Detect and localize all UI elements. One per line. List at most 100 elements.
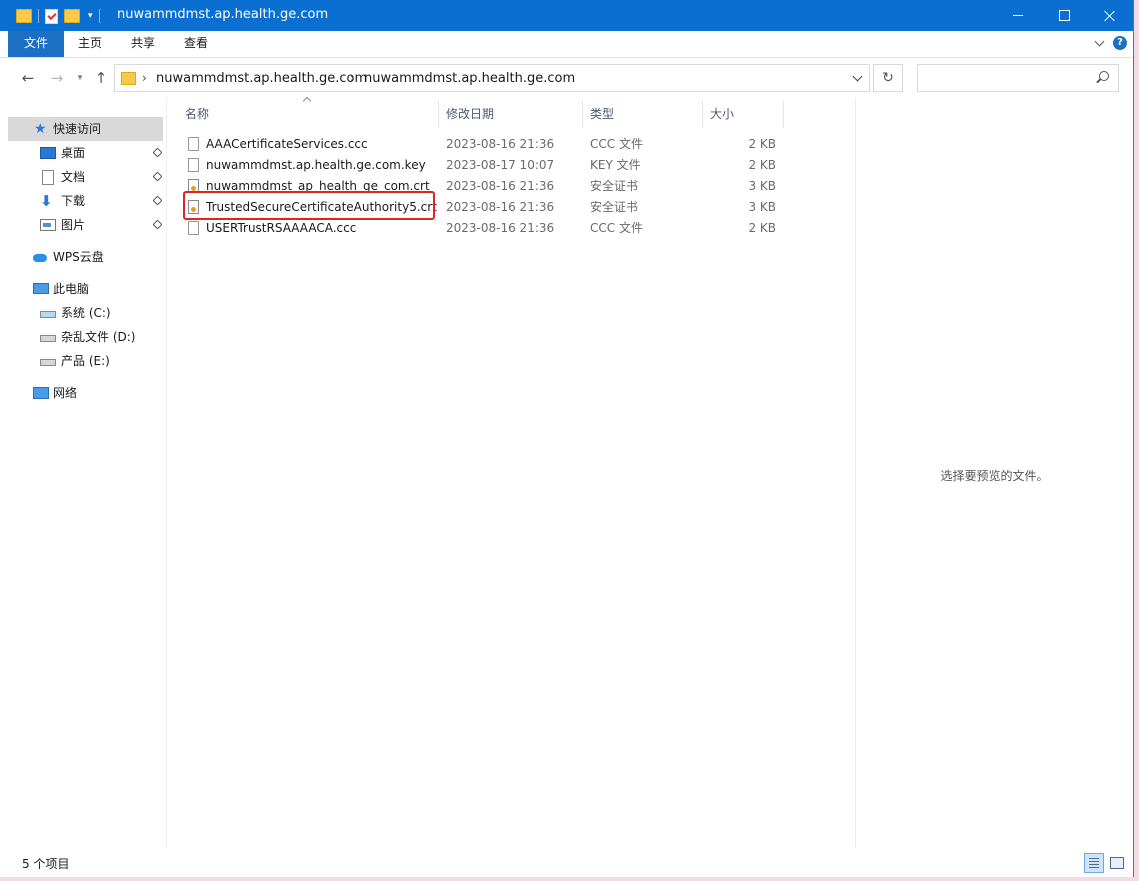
file-type: 安全证书 bbox=[590, 200, 639, 214]
documents-icon bbox=[42, 170, 54, 185]
download-icon: ⬇ bbox=[40, 192, 53, 210]
sidebar-item-wps-cloud[interactable]: WPS云盘 bbox=[8, 245, 163, 269]
back-button[interactable]: ← bbox=[18, 68, 38, 88]
network-icon bbox=[33, 387, 49, 399]
pin-icon[interactable] bbox=[152, 147, 163, 158]
sidebar-item-quick-access[interactable]: ★ 快速访问 bbox=[8, 117, 163, 141]
close-icon bbox=[1104, 10, 1116, 22]
properties-icon[interactable] bbox=[45, 8, 58, 24]
ribbon: 文件 主页 共享 查看 ? bbox=[0, 31, 1133, 58]
file-name: nuwammdmst.ap.health.ge.com.key bbox=[206, 158, 426, 172]
sidebar-item-desktop[interactable]: 桌面 bbox=[8, 141, 163, 165]
desktop-icon bbox=[40, 147, 56, 159]
large-icons-view-button[interactable] bbox=[1107, 853, 1127, 873]
file-date: 2023-08-16 21:36 bbox=[446, 137, 555, 151]
window-controls bbox=[995, 0, 1133, 31]
pin-icon[interactable] bbox=[152, 219, 163, 230]
sidebar-item-this-pc[interactable]: 此电脑 bbox=[8, 277, 163, 301]
details-view-button[interactable] bbox=[1084, 853, 1104, 873]
sidebar-item-drive-e[interactable]: 产品 (E:) bbox=[8, 349, 163, 373]
sidebar-item-downloads[interactable]: ⬇ 下载 bbox=[8, 189, 163, 213]
file-name: AAACertificateServices.ccc bbox=[206, 137, 368, 151]
navigation-bar: ← → ▾ ↑ › nuwammdmst.ap.health.ge.com › … bbox=[0, 58, 1133, 98]
minimize-button[interactable] bbox=[995, 0, 1041, 31]
navigation-pane: ★ 快速访问 桌面 文档 ⬇ 下载 图片 WPS云盘 此电脑 系统 (C:) 杂… bbox=[0, 98, 167, 848]
file-icon bbox=[188, 137, 199, 151]
search-icon bbox=[1099, 71, 1109, 81]
file-date: 2023-08-16 21:36 bbox=[446, 200, 555, 214]
sidebar-item-pictures[interactable]: 图片 bbox=[8, 213, 163, 237]
new-folder-icon[interactable] bbox=[64, 9, 80, 23]
file-row[interactable]: nuwammdmst.ap.health.ge.com.key 2023-08-… bbox=[180, 155, 780, 176]
customize-toolbar-icon[interactable]: ▾ bbox=[88, 11, 93, 21]
address-bar[interactable]: › nuwammdmst.ap.health.ge.com › nuwammdm… bbox=[114, 64, 870, 92]
breadcrumb-item[interactable]: nuwammdmst.ap.health.ge.com bbox=[364, 71, 575, 86]
search-input[interactable] bbox=[917, 64, 1119, 92]
chevron-right-icon[interactable]: › bbox=[350, 71, 355, 85]
drive-icon bbox=[40, 335, 56, 342]
column-header-type[interactable]: 类型 bbox=[590, 101, 614, 128]
column-divider[interactable] bbox=[438, 101, 439, 128]
column-header-size[interactable]: 大小 bbox=[710, 101, 734, 128]
tab-view[interactable]: 查看 bbox=[184, 31, 208, 57]
drive-icon bbox=[40, 359, 56, 366]
sidebar-item-network[interactable]: 网络 bbox=[8, 381, 163, 405]
help-icon[interactable]: ? bbox=[1113, 36, 1127, 50]
file-icon bbox=[188, 158, 199, 172]
recent-locations-button[interactable]: ▾ bbox=[70, 68, 90, 88]
minimize-icon bbox=[1013, 15, 1023, 16]
file-size: 2 KB bbox=[748, 137, 776, 151]
title-bar: ▾ nuwammdmst.ap.health.ge.com bbox=[0, 0, 1133, 31]
column-header-name[interactable]: 名称 bbox=[185, 101, 209, 128]
sidebar-item-label: 图片 bbox=[61, 218, 86, 232]
item-count: 5 个项目 bbox=[22, 857, 70, 871]
up-button[interactable]: ↑ bbox=[91, 68, 111, 88]
toolbar-divider bbox=[98, 9, 100, 23]
computer-icon bbox=[33, 283, 49, 294]
column-header-date[interactable]: 修改日期 bbox=[446, 101, 494, 128]
sidebar-item-label: 文档 bbox=[61, 170, 86, 184]
chevron-down-icon[interactable] bbox=[852, 71, 863, 82]
sidebar-item-label: 此电脑 bbox=[53, 282, 90, 296]
close-button[interactable] bbox=[1087, 0, 1133, 31]
sidebar-item-documents[interactable]: 文档 bbox=[8, 165, 163, 189]
column-divider[interactable] bbox=[582, 101, 583, 128]
tab-share[interactable]: 共享 bbox=[131, 31, 155, 57]
sidebar-item-label: 产品 (E:) bbox=[61, 354, 110, 368]
file-row[interactable]: USERTrustRSAAAACA.ccc 2023-08-16 21:36 C… bbox=[180, 218, 780, 239]
forward-button[interactable]: → bbox=[47, 68, 67, 88]
drive-icon bbox=[40, 311, 56, 318]
folder-icon bbox=[121, 72, 136, 85]
file-type: CCC 文件 bbox=[590, 137, 643, 151]
file-size: 3 KB bbox=[748, 200, 776, 214]
star-icon: ★ bbox=[34, 121, 47, 137]
sidebar-item-label: 杂乱文件 (D:) bbox=[61, 330, 136, 344]
maximize-button[interactable] bbox=[1041, 0, 1087, 31]
pin-icon[interactable] bbox=[152, 171, 163, 182]
sort-ascending-icon bbox=[302, 96, 312, 106]
column-divider[interactable] bbox=[783, 101, 784, 128]
highlight-box bbox=[183, 191, 435, 220]
file-date: 2023-08-16 21:36 bbox=[446, 179, 555, 193]
quick-access-toolbar: ▾ bbox=[16, 7, 100, 25]
refresh-button[interactable]: ↻ bbox=[873, 64, 903, 92]
tab-file[interactable]: 文件 bbox=[8, 31, 64, 57]
sidebar-item-label: 桌面 bbox=[61, 146, 86, 160]
file-type: 安全证书 bbox=[590, 179, 639, 193]
breadcrumb-item[interactable]: nuwammdmst.ap.health.ge.com bbox=[156, 71, 367, 86]
pictures-icon bbox=[40, 219, 56, 231]
file-row[interactable]: AAACertificateServices.ccc 2023-08-16 21… bbox=[180, 134, 780, 155]
tab-home[interactable]: 主页 bbox=[78, 31, 102, 57]
file-explorer-window: ▾ nuwammdmst.ap.health.ge.com 文件 主页 共享 查… bbox=[0, 0, 1134, 877]
column-divider[interactable] bbox=[702, 101, 703, 128]
folder-icon bbox=[16, 9, 32, 23]
pin-icon[interactable] bbox=[152, 195, 163, 206]
sidebar-item-drive-c[interactable]: 系统 (C:) bbox=[8, 301, 163, 325]
chevron-right-icon[interactable]: › bbox=[142, 71, 147, 85]
maximize-icon bbox=[1058, 10, 1070, 21]
expand-ribbon-icon[interactable] bbox=[1094, 36, 1105, 46]
cloud-icon bbox=[33, 254, 47, 262]
sidebar-item-label: 下载 bbox=[61, 194, 86, 208]
toolbar-divider bbox=[38, 9, 39, 23]
sidebar-item-drive-d[interactable]: 杂乱文件 (D:) bbox=[8, 325, 163, 349]
